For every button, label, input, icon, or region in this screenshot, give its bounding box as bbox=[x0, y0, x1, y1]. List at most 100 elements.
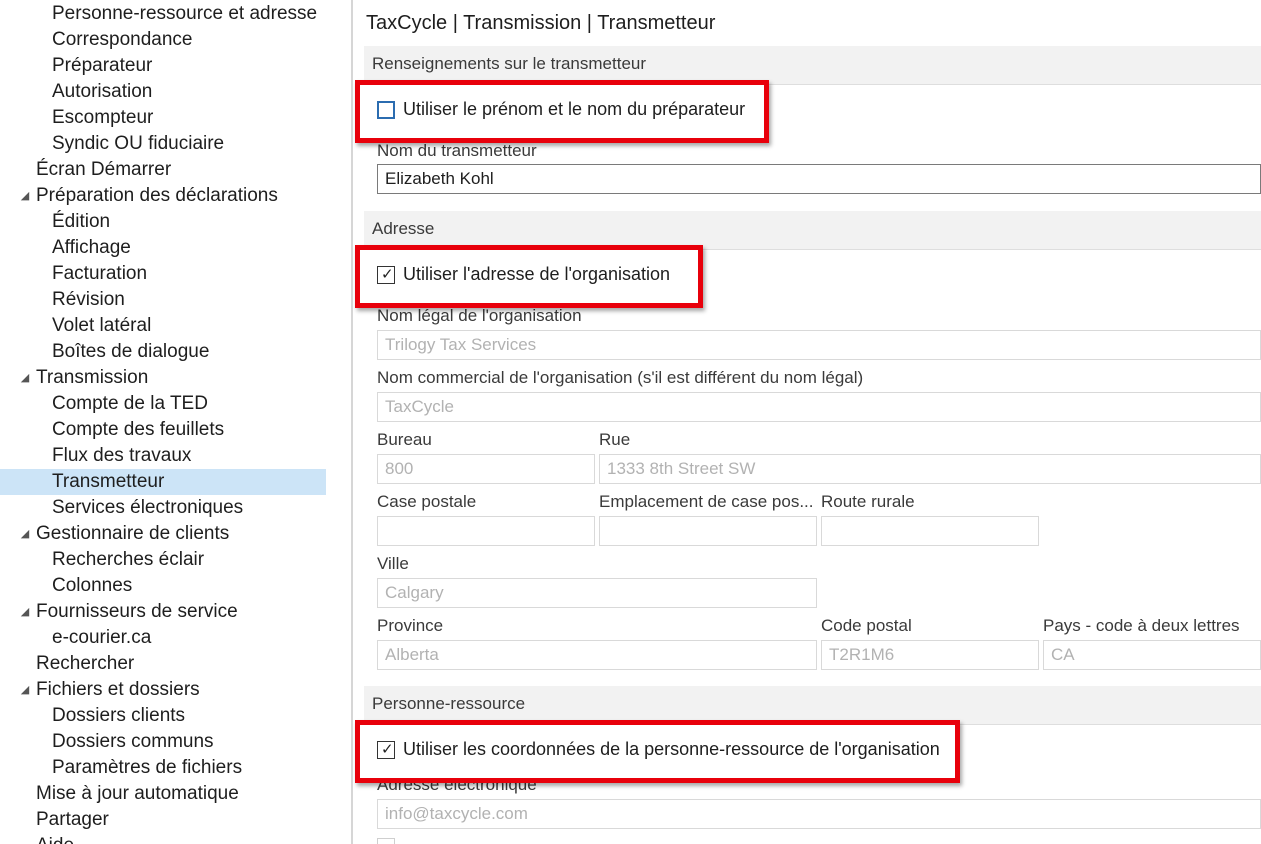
tree-item[interactable]: Autorisation bbox=[0, 79, 326, 105]
province-field: Alberta bbox=[377, 640, 817, 670]
tree-item-label: Rechercher bbox=[36, 653, 135, 674]
settings-tree: Personne-ressource et adresse Corresponda… bbox=[0, 0, 351, 844]
tree-item-label: Correspondance bbox=[52, 29, 193, 50]
po-box-location-label: Emplacement de case pos... bbox=[599, 492, 814, 511]
tree-item[interactable]: ◢ Gestionnaire de clients bbox=[0, 521, 326, 547]
expand-arrow-icon[interactable]: ◢ bbox=[19, 599, 31, 625]
tree-item[interactable]: Mise à jour automatique bbox=[0, 781, 326, 807]
tree-item[interactable]: ◢ Fichiers et dossiers bbox=[0, 677, 326, 703]
po-box-label: Case postale bbox=[377, 492, 477, 511]
tree-item[interactable]: Facturation bbox=[0, 261, 326, 287]
expand-arrow-icon[interactable]: ◢ bbox=[19, 183, 31, 209]
office-label: Bureau bbox=[377, 430, 432, 449]
tree-item[interactable]: Édition bbox=[0, 209, 326, 235]
tree-item[interactable]: Dossiers communs bbox=[0, 729, 326, 755]
tree-item-label: Services électroniques bbox=[52, 497, 244, 518]
tree-item[interactable]: Rechercher bbox=[0, 651, 326, 677]
tree-item[interactable]: Affichage bbox=[0, 235, 326, 261]
section-header-label: Adresse bbox=[372, 219, 435, 238]
tree-item-label: Paramètres de fichiers bbox=[52, 757, 243, 778]
province-label: Province bbox=[377, 616, 444, 635]
tree-item[interactable]: Dossiers clients bbox=[0, 703, 326, 729]
tree-item[interactable]: ◢ Fournisseurs de service bbox=[0, 599, 326, 625]
tree-item-label: Compte des feuillets bbox=[52, 419, 225, 440]
tree-item-label: Partager bbox=[36, 809, 109, 830]
tree-item[interactable]: Écran Démarrer bbox=[0, 157, 326, 183]
tree-item[interactable]: Compte de la TED bbox=[0, 391, 326, 417]
tree-item-label: Aide bbox=[36, 833, 74, 844]
expand-arrow-icon[interactable]: ◢ bbox=[19, 521, 31, 547]
tree-item-label: Escompteur bbox=[52, 107, 154, 128]
partial-checkbox bbox=[377, 838, 395, 844]
transmitter-name-field[interactable]: Elizabeth Kohl bbox=[377, 164, 1261, 194]
tree-item-label: Transmission bbox=[36, 367, 149, 388]
tree-item-label: Flux des travaux bbox=[52, 445, 192, 466]
tree-item[interactable]: Compte des feuillets bbox=[0, 417, 326, 443]
tree-item-label: Écran Démarrer bbox=[36, 159, 172, 180]
tree-item[interactable]: Paramètres de fichiers bbox=[0, 755, 326, 781]
annotation-highlight-box bbox=[355, 80, 769, 143]
city-label: Ville bbox=[377, 554, 409, 573]
tree-item-label: Personne-ressource et adresse bbox=[52, 3, 318, 24]
tree-item-label: Dossiers communs bbox=[52, 731, 214, 752]
tree-item[interactable]: e-courier.ca bbox=[0, 625, 326, 651]
tree-item-label: e-courier.ca bbox=[52, 627, 152, 648]
tree-item[interactable]: Personne-ressource et adresse bbox=[0, 1, 326, 27]
city-field: Calgary bbox=[377, 578, 817, 608]
tree-item-label: Fournisseurs de service bbox=[36, 601, 238, 622]
settings-panel: TaxCycle | Transmission | Transmetteur R… bbox=[353, 0, 1261, 844]
tree-item-label: Compte de la TED bbox=[52, 393, 208, 414]
trade-name-field: TaxCycle bbox=[377, 392, 1261, 422]
tree-item[interactable]: Boîtes de dialogue bbox=[0, 339, 326, 365]
tree-item[interactable]: Révision bbox=[0, 287, 326, 313]
legal-name-label: Nom légal de l'organisation bbox=[377, 306, 582, 325]
annotation-highlight-box bbox=[355, 245, 703, 308]
section-header-label: Personne-ressource bbox=[372, 694, 526, 713]
street-label: Rue bbox=[599, 430, 631, 449]
trade-name-label: Nom commercial de l'organisation (s'il e… bbox=[377, 368, 864, 387]
tree-item[interactable]: Transmetteur bbox=[0, 469, 326, 495]
tree-item[interactable]: Aide bbox=[0, 833, 326, 844]
tree-item[interactable]: ◢ Préparation des déclarations bbox=[0, 183, 326, 209]
tree-item-label: Autorisation bbox=[52, 81, 153, 102]
tree-item[interactable]: Colonnes bbox=[0, 573, 326, 599]
country-code-label: Pays - code à deux lettres bbox=[1043, 616, 1240, 635]
tree-item[interactable]: Syndic OU fiduciaire bbox=[0, 131, 326, 157]
po-box-location-field bbox=[599, 516, 817, 546]
tree-item-label: Fichiers et dossiers bbox=[36, 679, 200, 700]
tree-item[interactable]: Flux des travaux bbox=[0, 443, 326, 469]
postal-code-label: Code postal bbox=[821, 616, 912, 635]
tree-item[interactable]: Volet latéral bbox=[0, 313, 326, 339]
section-header-label: Renseignements sur le transmetteur bbox=[372, 54, 647, 73]
tree-item[interactable]: Partager bbox=[0, 807, 326, 833]
annotation-highlight-box bbox=[355, 720, 960, 783]
office-field: 800 bbox=[377, 454, 595, 484]
tree-item[interactable]: Escompteur bbox=[0, 105, 326, 131]
tree-item-label: Facturation bbox=[52, 263, 148, 284]
tree-item-label: Colonnes bbox=[52, 575, 133, 596]
tree-item-label: Gestionnaire de clients bbox=[36, 523, 230, 544]
expand-arrow-icon[interactable]: ◢ bbox=[19, 365, 31, 391]
tree-item-label: Révision bbox=[52, 289, 125, 310]
tree-item-label: Préparation des déclarations bbox=[36, 185, 278, 206]
tree-item[interactable]: Recherches éclair bbox=[0, 547, 326, 573]
tree-item-label: Préparateur bbox=[52, 55, 153, 76]
tree-item-label: Syndic OU fiduciaire bbox=[52, 133, 225, 154]
tree-item-label: Dossiers clients bbox=[52, 705, 186, 726]
tree-item[interactable]: Services électroniques bbox=[0, 495, 326, 521]
expand-arrow-icon[interactable]: ◢ bbox=[19, 677, 31, 703]
postal-code-field: T2R1M6 bbox=[821, 640, 1039, 670]
tree-item-label: Affichage bbox=[52, 237, 131, 258]
tree-item[interactable]: Correspondance bbox=[0, 27, 326, 53]
tree-item-label: Transmetteur bbox=[52, 471, 165, 492]
tree-item[interactable]: ◢ Transmission bbox=[0, 365, 326, 391]
legal-name-field: Trilogy Tax Services bbox=[377, 330, 1261, 360]
po-box-field bbox=[377, 516, 595, 546]
transmitter-name-label: Nom du transmetteur bbox=[377, 141, 537, 160]
tree-item[interactable]: Préparateur bbox=[0, 53, 326, 79]
tree-item-label: Mise à jour automatique bbox=[36, 783, 239, 804]
rural-route-field bbox=[821, 516, 1039, 546]
rural-route-label: Route rurale bbox=[821, 492, 915, 511]
page-title: TaxCycle | Transmission | Transmetteur bbox=[366, 12, 716, 34]
tree-item-label: Boîtes de dialogue bbox=[52, 341, 210, 362]
